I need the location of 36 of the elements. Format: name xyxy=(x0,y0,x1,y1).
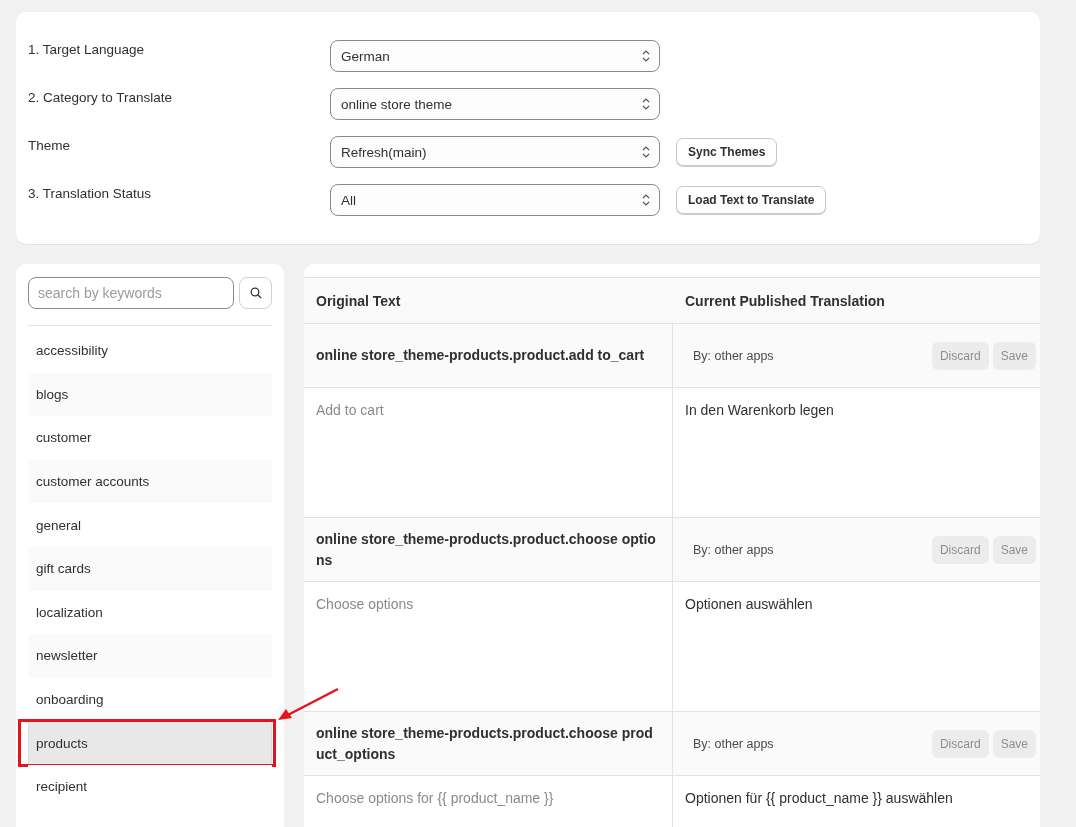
column-header: Current Published Translation xyxy=(685,292,885,309)
source-label: By: other apps xyxy=(693,542,774,557)
select-field[interactable]: All xyxy=(330,184,660,216)
setting-label: 2. Category to Translate xyxy=(28,90,174,105)
setting-label: 3. Translation Status xyxy=(28,186,153,201)
chevron-icon xyxy=(641,192,651,208)
translation-key: online store_theme-products.product.choose product_options xyxy=(316,722,660,765)
translation-text: In den Warenkorb legen xyxy=(685,402,834,418)
category-item[interactable]: newsletter xyxy=(28,634,272,678)
search-button[interactable] xyxy=(239,277,272,309)
select-field[interactable]: German xyxy=(330,40,660,72)
source-label: By: other apps xyxy=(693,736,774,751)
category-item[interactable]: gift cards xyxy=(28,546,272,591)
column-header: Original Text xyxy=(316,292,401,309)
translation-text: Optionen auswählen xyxy=(685,596,813,612)
original-text: Choose options for {{ product_name }} xyxy=(316,790,554,806)
category-item[interactable]: products xyxy=(28,721,272,765)
original-text: Add to cart xyxy=(316,402,384,418)
source-label: By: other apps xyxy=(693,348,774,363)
search-field[interactable]: search by keywords xyxy=(28,277,234,309)
action-button[interactable]: Load Text to Translate xyxy=(676,186,827,214)
setting-label: Theme xyxy=(28,138,72,153)
chevron-icon xyxy=(641,144,651,160)
translation-key: online store_theme-products.product.choose options xyxy=(316,528,660,571)
translation-key: online store_theme-products.product.add to_cart xyxy=(316,345,645,366)
chevron-icon xyxy=(641,48,651,64)
select-field[interactable]: Refresh(main) xyxy=(330,136,660,168)
category-item[interactable]: blogs xyxy=(28,372,272,417)
translation-text: Optionen für {{ product_name }} auswählen xyxy=(685,790,953,806)
category-item[interactable]: customer accounts xyxy=(28,459,272,504)
select-field[interactable]: online store theme xyxy=(330,88,660,120)
search-icon xyxy=(249,287,262,299)
chevron-icon xyxy=(641,96,651,112)
original-text: Choose options xyxy=(316,596,414,612)
action-button[interactable]: Sync Themes xyxy=(676,138,778,166)
setting-label: 1. Target Language xyxy=(28,42,146,57)
